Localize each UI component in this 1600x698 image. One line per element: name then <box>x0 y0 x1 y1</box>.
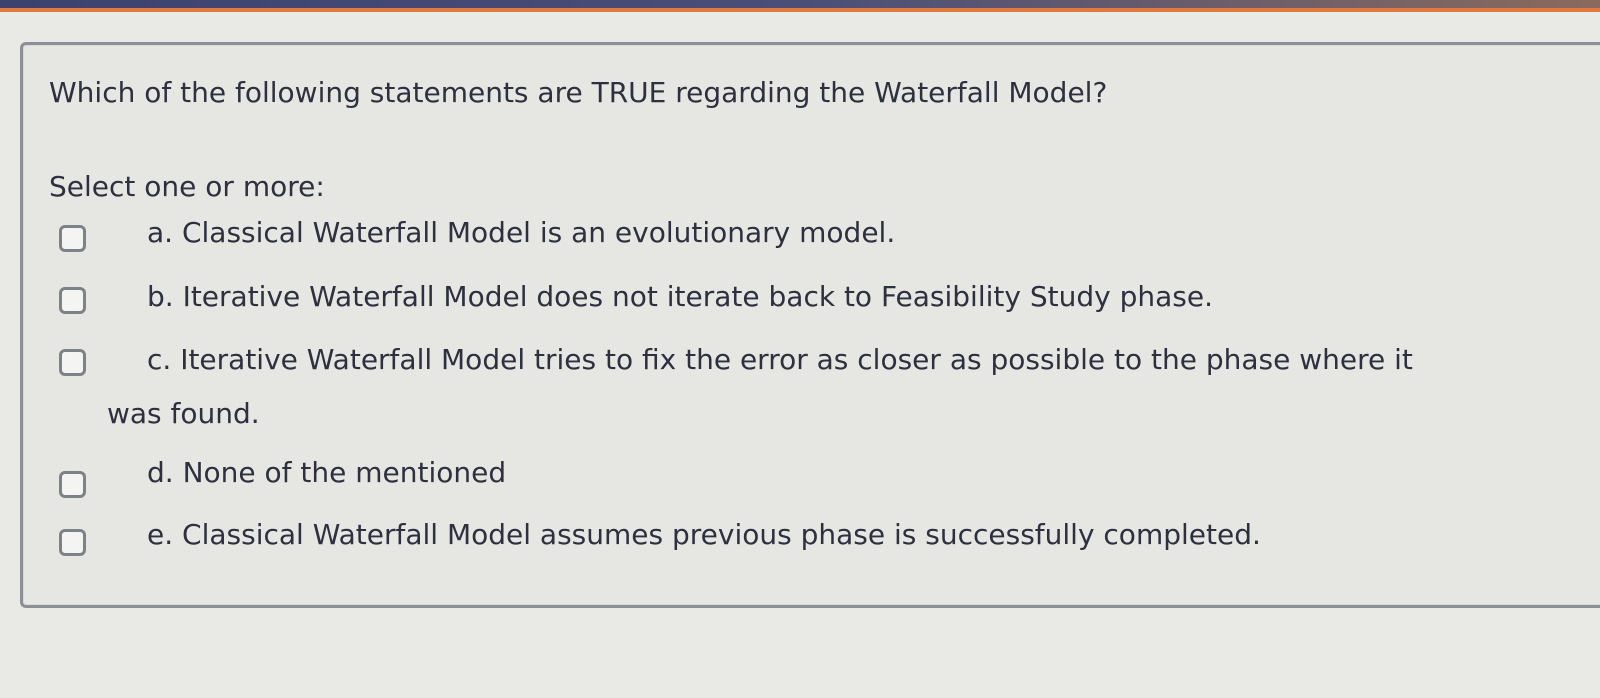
option-e-label[interactable]: e. Classical Waterfall Model assumes pre… <box>147 511 1261 559</box>
option-a-checkbox[interactable] <box>59 225 86 252</box>
option-b-checkbox[interactable] <box>59 287 86 314</box>
option-a-label[interactable]: a. Classical Waterfall Model is an evolu… <box>147 209 895 257</box>
option-c-checkbox[interactable] <box>59 349 86 376</box>
option-d[interactable]: d. None of the mentioned <box>23 449 1523 505</box>
option-c[interactable]: c. Iterative Waterfall Model tries to fi… <box>23 333 1523 433</box>
question-text: Which of the following statements are TR… <box>49 76 1108 109</box>
option-e[interactable]: e. Classical Waterfall Model assumes pre… <box>23 509 1523 565</box>
top-accent-line <box>0 8 1600 12</box>
question-card: Which of the following statements are TR… <box>20 42 1600 608</box>
option-a[interactable]: a. Classical Waterfall Model is an evolu… <box>23 207 1523 263</box>
select-prompt: Select one or more: <box>49 170 325 203</box>
option-d-label[interactable]: d. None of the mentioned <box>147 449 506 497</box>
option-d-checkbox[interactable] <box>59 471 86 498</box>
option-b[interactable]: b. Iterative Waterfall Model does not it… <box>23 273 1523 329</box>
option-e-checkbox[interactable] <box>59 529 86 556</box>
option-c-label[interactable]: c. Iterative Waterfall Model tries to fi… <box>107 333 1427 441</box>
option-b-label[interactable]: b. Iterative Waterfall Model does not it… <box>147 273 1213 321</box>
